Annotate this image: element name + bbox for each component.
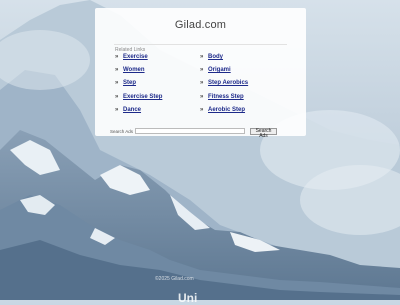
double-chevron-right-icon: »: [200, 54, 204, 60]
footer-copyright: ©2025 Gilad.com: [155, 276, 194, 282]
footer-logo: Uni: [178, 291, 198, 305]
double-chevron-right-icon: »: [115, 54, 119, 60]
related-links-heading: Related Links: [115, 47, 146, 53]
double-chevron-right-icon: »: [200, 67, 204, 73]
related-link-body[interactable]: Body: [208, 54, 223, 60]
related-link-exercise-step[interactable]: Exercise Step: [123, 94, 162, 100]
double-chevron-right-icon: »: [200, 80, 204, 86]
double-chevron-right-icon: »: [115, 80, 119, 86]
related-link-step[interactable]: Step: [123, 80, 136, 86]
related-link-fitness-step[interactable]: Fitness Step: [208, 94, 244, 100]
title-divider: [114, 44, 287, 45]
double-chevron-right-icon: »: [115, 107, 119, 113]
search-ads-button[interactable]: Search Ads: [250, 127, 277, 138]
related-link-exercise[interactable]: Exercise: [123, 54, 148, 60]
related-link-origami[interactable]: Origami: [208, 67, 231, 73]
related-link-step-aerobics[interactable]: Step Aerobics: [208, 80, 248, 86]
related-link-aerobic-step[interactable]: Aerobic Step: [208, 107, 245, 113]
double-chevron-right-icon: »: [200, 94, 204, 100]
double-chevron-right-icon: »: [115, 67, 119, 73]
double-chevron-right-icon: »: [200, 107, 204, 113]
double-chevron-right-icon: »: [115, 94, 119, 100]
search-label: Search Ads: [110, 129, 134, 134]
search-input[interactable]: [135, 127, 245, 134]
related-link-dance[interactable]: Dance: [123, 107, 141, 113]
related-link-women[interactable]: Women: [123, 67, 145, 73]
parked-domain-panel: Gilad.com Related Links » Exercise » Wom…: [95, 8, 306, 138]
site-title: Gilad.com: [174, 19, 227, 31]
